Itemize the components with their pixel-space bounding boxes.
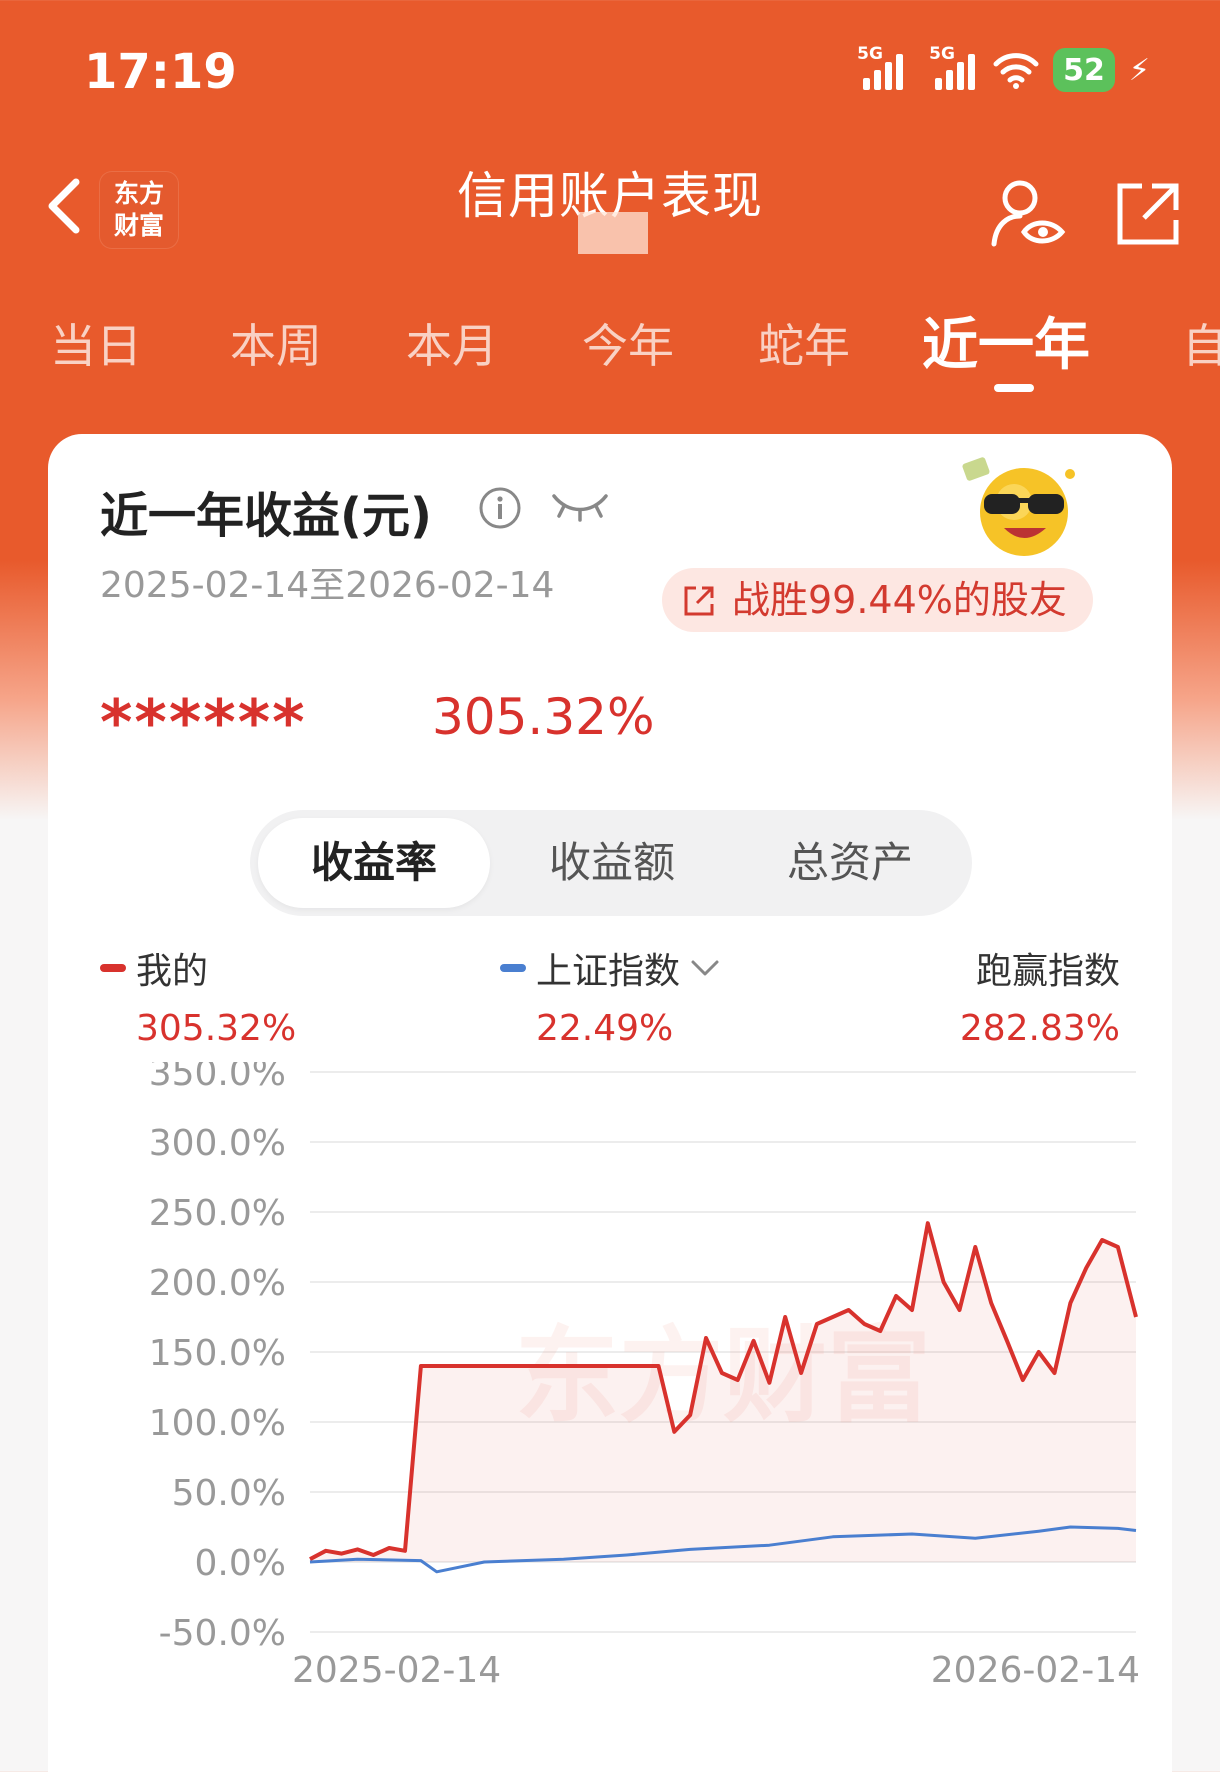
y-tick-label: 0.0% [195, 1543, 286, 1584]
tab-week[interactable]: 本周 [230, 310, 322, 376]
masked-account-id [578, 212, 648, 254]
performance-card: 近一年收益(元) 2025-02-14至2026-02-14 战胜99.44%的… [48, 434, 1172, 1772]
charging-icon: ⚡ [1128, 52, 1150, 88]
status-time: 17:19 [84, 44, 237, 100]
masked-profit-amount: ****** [100, 686, 307, 759]
battery-level: 52 [1053, 48, 1115, 92]
cellular-signal-icon: 5G [929, 44, 979, 90]
tab-custom[interactable]: 自 [1182, 310, 1220, 376]
legend-swatch [500, 964, 526, 972]
y-tick-label: 250.0% [149, 1193, 286, 1234]
legend-index[interactable]: 上证指数 22.49% [500, 942, 720, 1049]
y-tick-label: 100.0% [149, 1403, 286, 1444]
legend-value: 305.32% [136, 1008, 297, 1049]
tab-past-year[interactable]: 近一年 [922, 300, 1090, 381]
share-icon[interactable] [1112, 178, 1184, 250]
cellular-signal-icon: 5G [857, 44, 907, 90]
segment-total-assets[interactable]: 总资产 [734, 818, 966, 908]
beat-peers-badge[interactable]: 战胜99.44%的股友 [662, 568, 1093, 632]
legend-label: 跑赢指数 [975, 951, 1120, 992]
segment-profit-amount[interactable]: 收益额 [496, 818, 728, 908]
return-rate-chart: 350.0% 300.0% 250.0% 200.0% 150.0% 100.0% 50.0… [149, 1062, 1140, 1691]
tab-ytd[interactable]: 今年 [582, 310, 674, 376]
info-icon[interactable] [478, 486, 522, 530]
y-tick-label: 50.0% [172, 1473, 286, 1514]
x-tick-label: 2025-02-14 [292, 1650, 501, 1691]
y-tick-label: 350.0% [149, 1062, 286, 1094]
return-percentage: 305.32% [432, 688, 655, 746]
share-icon [684, 586, 714, 616]
tab-snake-year[interactable]: 蛇年 [758, 310, 850, 376]
series-area [310, 1223, 1136, 1562]
period-tabs: 当日 本周 本月 今年 蛇年 近一年 自 [0, 300, 1220, 400]
legend-swatch [100, 964, 126, 972]
privacy-view-icon[interactable] [990, 176, 1066, 252]
header: 东方 财富 信用账户表现 [0, 150, 1220, 280]
y-tick-label: 150.0% [149, 1333, 286, 1374]
segment-return-rate[interactable]: 收益率 [258, 818, 490, 908]
legend-value: 282.83% [959, 1008, 1120, 1049]
legend-outperform: 跑赢指数 282.83% [960, 942, 1120, 1049]
eye-closed-icon[interactable] [550, 488, 610, 524]
signal-type-label: 5G [857, 44, 883, 64]
y-tick-label: 200.0% [149, 1263, 286, 1304]
active-tab-indicator [994, 384, 1034, 392]
y-tick-label: -50.0% [159, 1613, 286, 1654]
mascot-emoji-icon [962, 457, 1075, 556]
legend-mine: 我的 305.32% [100, 942, 296, 1049]
legend-label: 我的 [136, 951, 209, 992]
tab-today[interactable]: 当日 [50, 310, 142, 376]
y-tick-label: 300.0% [149, 1123, 286, 1164]
legend-value: 22.49% [536, 1008, 674, 1049]
metric-segmented-control: 收益率 收益额 总资产 [250, 810, 972, 916]
wifi-icon [993, 53, 1039, 89]
beat-peers-text: 战胜99.44%的股友 [732, 578, 1067, 622]
status-icons: 5G 5G 52 ⚡ [857, 44, 1150, 92]
legend-label: 上证指数 [536, 951, 681, 992]
tab-month[interactable]: 本月 [406, 310, 498, 376]
date-range: 2025-02-14至2026-02-14 [100, 565, 555, 606]
card-title: 近一年收益(元) [100, 488, 432, 544]
status-bar: 17:19 5G 5G 52 ⚡ [0, 0, 1220, 140]
x-tick-label: 2026-02-14 [931, 1650, 1140, 1691]
signal-type-label: 5G [929, 44, 955, 64]
chevron-down-icon[interactable] [690, 957, 720, 979]
